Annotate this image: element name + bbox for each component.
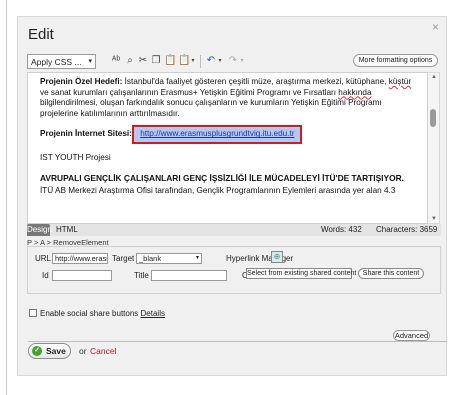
paragraph-website: Projenin İnternet Sitesi: http://www.era… [40, 125, 418, 144]
advanced-button[interactable]: Advanced [393, 330, 430, 341]
news-heading: AVRUPALI GENÇLİK ÇALIŞANLARI GENÇ İŞSİZL… [40, 172, 404, 183]
target-select[interactable]: _blank ▾ [136, 253, 202, 264]
id-label: Id [42, 271, 49, 280]
misspelled-word: hakkında [338, 87, 372, 97]
link-properties-panel: URL http://www.erasmu Target _blank ▾ Hy… [27, 246, 441, 294]
mode-status-bar: Design HTML Words: 432 Characters: 3659 [27, 224, 441, 236]
cancel-link[interactable]: Cancel [90, 346, 116, 356]
copy-icon[interactable]: ❐ [150, 54, 162, 68]
scroll-up-icon[interactable]: ▲ [431, 74, 437, 80]
paragraph-project-name: IST YOUTH Projesi [40, 152, 111, 162]
redo-dropdown-icon[interactable]: ▾ [238, 54, 246, 68]
share-content-button[interactable]: Share this content [358, 268, 424, 279]
website-link[interactable]: http://www.erasmusplusgrundtvig.itu.edu.… [140, 129, 294, 138]
undo-dropdown-icon[interactable]: ▾ [216, 54, 224, 68]
footer-divider [28, 341, 447, 342]
more-formatting-button[interactable]: More formatting options [353, 54, 438, 67]
id-field[interactable] [52, 270, 112, 281]
or-text: or [79, 346, 87, 356]
selected-link-highlight[interactable]: http://www.erasmusplusgrundtvig.itu.edu.… [132, 125, 303, 144]
url-label: URL [35, 254, 52, 263]
chevron-down-icon: ▾ [88, 58, 92, 65]
toolbar-separator [200, 55, 201, 68]
rich-text-editor[interactable]: Projenin Özel Hedefi: İstanbul'da faaliy… [27, 72, 428, 224]
edit-dialog: Edit × Apply CSS ... ▾ ᴬᵇ ⌕ ✂ ❐ 📋 📋 ▾ ↶ … [17, 16, 447, 376]
tab-design[interactable]: Design [27, 224, 52, 236]
hyperlink-manager-icon[interactable]: ⊕ [271, 251, 283, 263]
details-link[interactable]: Details [141, 309, 165, 318]
paste-dropdown-icon[interactable]: ▾ [189, 54, 197, 68]
find-icon[interactable]: ⌕ [124, 54, 136, 68]
title-label: Title [134, 271, 149, 280]
editor-toolbar: Apply CSS ... ▾ ᴬᵇ ⌕ ✂ ❐ 📋 📋 ▾ ↶ ▾ ↷ ▾ M… [27, 53, 441, 72]
social-share-label: Enable social share buttons [40, 309, 139, 318]
paste-icon[interactable]: 📋 [164, 54, 176, 68]
hyperlink-manager-label: Hyperlink Manager [226, 254, 294, 263]
social-share-option[interactable]: Enable social share buttons Details [29, 309, 165, 318]
project-goal-label: Projenin Özel Hedefi: [40, 77, 123, 86]
project-goal-text: bilgilendirilmesi, oluşan farkındalık so… [40, 98, 382, 118]
target-value: _blank [139, 254, 162, 263]
social-share-checkbox[interactable] [29, 309, 37, 317]
website-label: Projenin İnternet Sitesi: [40, 129, 132, 139]
news-paragraph: İTÜ AB Merkezi Araştırma Ofisi tarafında… [40, 186, 396, 196]
check-icon: ✓ [32, 346, 42, 356]
spellcheck-icon[interactable]: ᴬᵇ [110, 54, 122, 68]
url-field[interactable]: http://www.erasmu [52, 253, 108, 264]
project-goal-text: İstanbul'da faaliyet gösteren çeşitli mü… [122, 77, 389, 86]
close-icon[interactable]: × [432, 20, 439, 34]
editor-scrollbar[interactable]: ▲ ▼ [428, 72, 440, 224]
apply-css-select[interactable]: Apply CSS ... ▾ [27, 54, 96, 69]
chevron-down-icon: ▾ [195, 255, 199, 261]
scroll-down-icon[interactable]: ▼ [431, 216, 437, 222]
tab-html[interactable]: HTML [56, 224, 78, 236]
paragraph-project-goal: Projenin Özel Hedefi: İstanbul'da faaliy… [40, 77, 418, 119]
word-count: Words: 432 [321, 225, 362, 234]
project-goal-text: ve sanat kurumları çalışanlarının Erasmu… [40, 87, 339, 97]
page-edge-line [6, 0, 7, 395]
target-label: Target [112, 254, 135, 263]
save-button[interactable]: ✓ Save [28, 343, 71, 359]
cut-icon[interactable]: ✂ [137, 54, 149, 68]
save-label: Save [46, 346, 66, 356]
apply-css-value: Apply CSS ... [31, 57, 82, 67]
dialog-title: Edit [28, 26, 54, 43]
character-count: Characters: 3659 [376, 225, 438, 234]
editor-content[interactable]: Projenin Özel Hedefi: İstanbul'da faaliy… [40, 77, 418, 203]
title-field[interactable] [151, 270, 227, 281]
scrollbar-thumb[interactable] [430, 109, 436, 127]
misspelled-word: küştür [388, 77, 412, 86]
select-shared-content-button[interactable]: Select from existing shared content [246, 268, 356, 279]
